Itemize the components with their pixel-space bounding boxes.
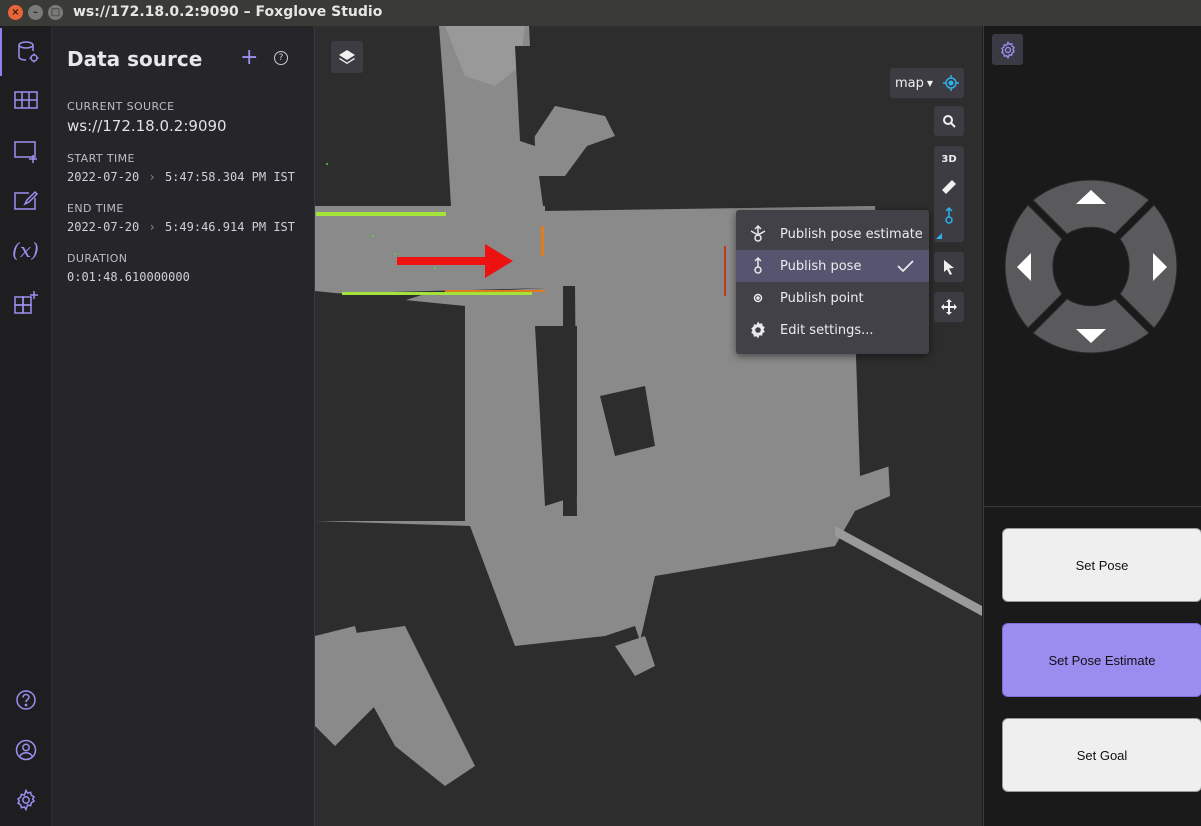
chevron-right-icon: › bbox=[148, 170, 156, 184]
window-close-button[interactable]: × bbox=[8, 5, 23, 20]
submenu-indicator-icon bbox=[936, 233, 942, 239]
move-tool-button[interactable] bbox=[934, 292, 964, 322]
menu-item-edit-settings[interactable]: Edit settings... bbox=[736, 314, 929, 346]
account-icon[interactable] bbox=[0, 726, 51, 774]
menu-item-publish-pose[interactable]: Publish pose bbox=[736, 250, 929, 282]
menu-item-publish-point[interactable]: Publish point bbox=[736, 282, 929, 314]
dpad-panel bbox=[984, 26, 1201, 507]
start-clock: 5:47:58.304 PM IST bbox=[164, 170, 295, 184]
layouts-icon[interactable] bbox=[0, 76, 51, 124]
start-time-label: START TIME bbox=[67, 152, 135, 165]
chevron-right-icon: › bbox=[148, 220, 156, 234]
settings-icon[interactable] bbox=[0, 776, 51, 824]
pose-estimate-icon bbox=[736, 224, 780, 244]
publish-pose-icon[interactable] bbox=[941, 207, 957, 225]
menu-item-label: Publish point bbox=[780, 290, 864, 306]
extensions-icon[interactable] bbox=[0, 278, 51, 326]
dpad bbox=[1004, 179, 1178, 354]
help-icon[interactable] bbox=[0, 676, 51, 724]
menu-item-label: Publish pose estimate bbox=[780, 226, 923, 242]
gear-icon bbox=[1000, 40, 1015, 59]
cursor-icon bbox=[944, 260, 954, 275]
window-minimize-button[interactable]: – bbox=[28, 5, 43, 20]
menu-item-label: Publish pose bbox=[780, 258, 862, 274]
point-icon bbox=[736, 288, 780, 308]
window-maximize-button[interactable]: □ bbox=[48, 5, 63, 20]
title-bar: × – □ ws://172.18.0.2:9090 – Foxglove St… bbox=[0, 0, 1201, 26]
dpad-down-button bbox=[1032, 298, 1150, 354]
add-panel-icon[interactable] bbox=[0, 127, 51, 175]
search-button[interactable] bbox=[934, 106, 964, 136]
end-clock: 5:49:46.914 PM IST bbox=[164, 220, 295, 234]
pose-icon bbox=[736, 256, 780, 276]
target-icon bbox=[943, 75, 960, 91]
variables-glyph: (x) bbox=[12, 238, 39, 262]
current-source-label: CURRENT SOURCE bbox=[67, 100, 175, 113]
layers-icon bbox=[339, 50, 355, 64]
chevron-down-icon: ▼ bbox=[926, 78, 934, 88]
select-tool-button[interactable] bbox=[934, 252, 964, 282]
gear-icon bbox=[736, 320, 780, 340]
dpad-left-button bbox=[1004, 204, 1063, 329]
3d-viewport[interactable]: map ▼ 3D Publish pose estimate Publish p… bbox=[315, 26, 982, 826]
toggle-3d-button[interactable]: 3D bbox=[941, 154, 956, 165]
dpad-up-button bbox=[1032, 179, 1150, 235]
add-source-button[interactable]: + bbox=[240, 47, 258, 69]
end-time-value: 2022-07-20 › 5:49:46.914 PM IST bbox=[67, 220, 295, 234]
menu-item-publish-pose-estimate[interactable]: Publish pose estimate bbox=[736, 218, 929, 250]
search-icon bbox=[943, 115, 956, 128]
data-source-panel: Data source + ? CURRENT SOURCE ws://172.… bbox=[52, 26, 315, 826]
window-title: ws://172.18.0.2:9090 – Foxglove Studio bbox=[73, 4, 383, 20]
teleop-panel: Set Pose Set Pose Estimate Set Goal bbox=[983, 26, 1201, 826]
panel-settings-button[interactable] bbox=[992, 34, 1023, 65]
start-date: 2022-07-20 bbox=[67, 170, 140, 184]
edit-panel-icon[interactable] bbox=[0, 177, 51, 225]
set-pose-estimate-button[interactable]: Set Pose Estimate bbox=[1002, 623, 1201, 697]
current-source-value: ws://172.18.0.2:9090 bbox=[67, 117, 227, 135]
menu-item-label: Edit settings... bbox=[780, 322, 874, 338]
set-pose-button[interactable]: Set Pose bbox=[1002, 528, 1201, 602]
panel-title: Data source bbox=[67, 47, 203, 71]
occupancy-map bbox=[315, 26, 982, 786]
variables-icon[interactable]: (x) bbox=[0, 226, 51, 274]
end-time-label: END TIME bbox=[67, 202, 124, 215]
ruler-icon[interactable] bbox=[941, 179, 957, 195]
dpad-right-button bbox=[1119, 204, 1178, 329]
end-date: 2022-07-20 bbox=[67, 220, 140, 234]
move-icon bbox=[941, 299, 957, 315]
data-source-icon[interactable] bbox=[0, 28, 53, 76]
frame-select[interactable]: map ▼ bbox=[890, 68, 964, 98]
help-icon[interactable]: ? bbox=[274, 51, 288, 65]
view-toolbar: 3D bbox=[934, 146, 964, 242]
duration-value: 0:01:48.610000000 bbox=[67, 270, 190, 284]
duration-label: DURATION bbox=[67, 252, 128, 265]
frame-label: map bbox=[894, 75, 924, 91]
set-goal-button[interactable]: Set Goal bbox=[1002, 718, 1201, 792]
publish-menu: Publish pose estimate Publish pose Publi… bbox=[736, 210, 929, 354]
activity-bar: (x) bbox=[0, 26, 52, 826]
layers-button[interactable] bbox=[331, 41, 363, 73]
start-time-value: 2022-07-20 › 5:47:58.304 PM IST bbox=[67, 170, 295, 184]
checkmark-icon bbox=[897, 260, 914, 273]
